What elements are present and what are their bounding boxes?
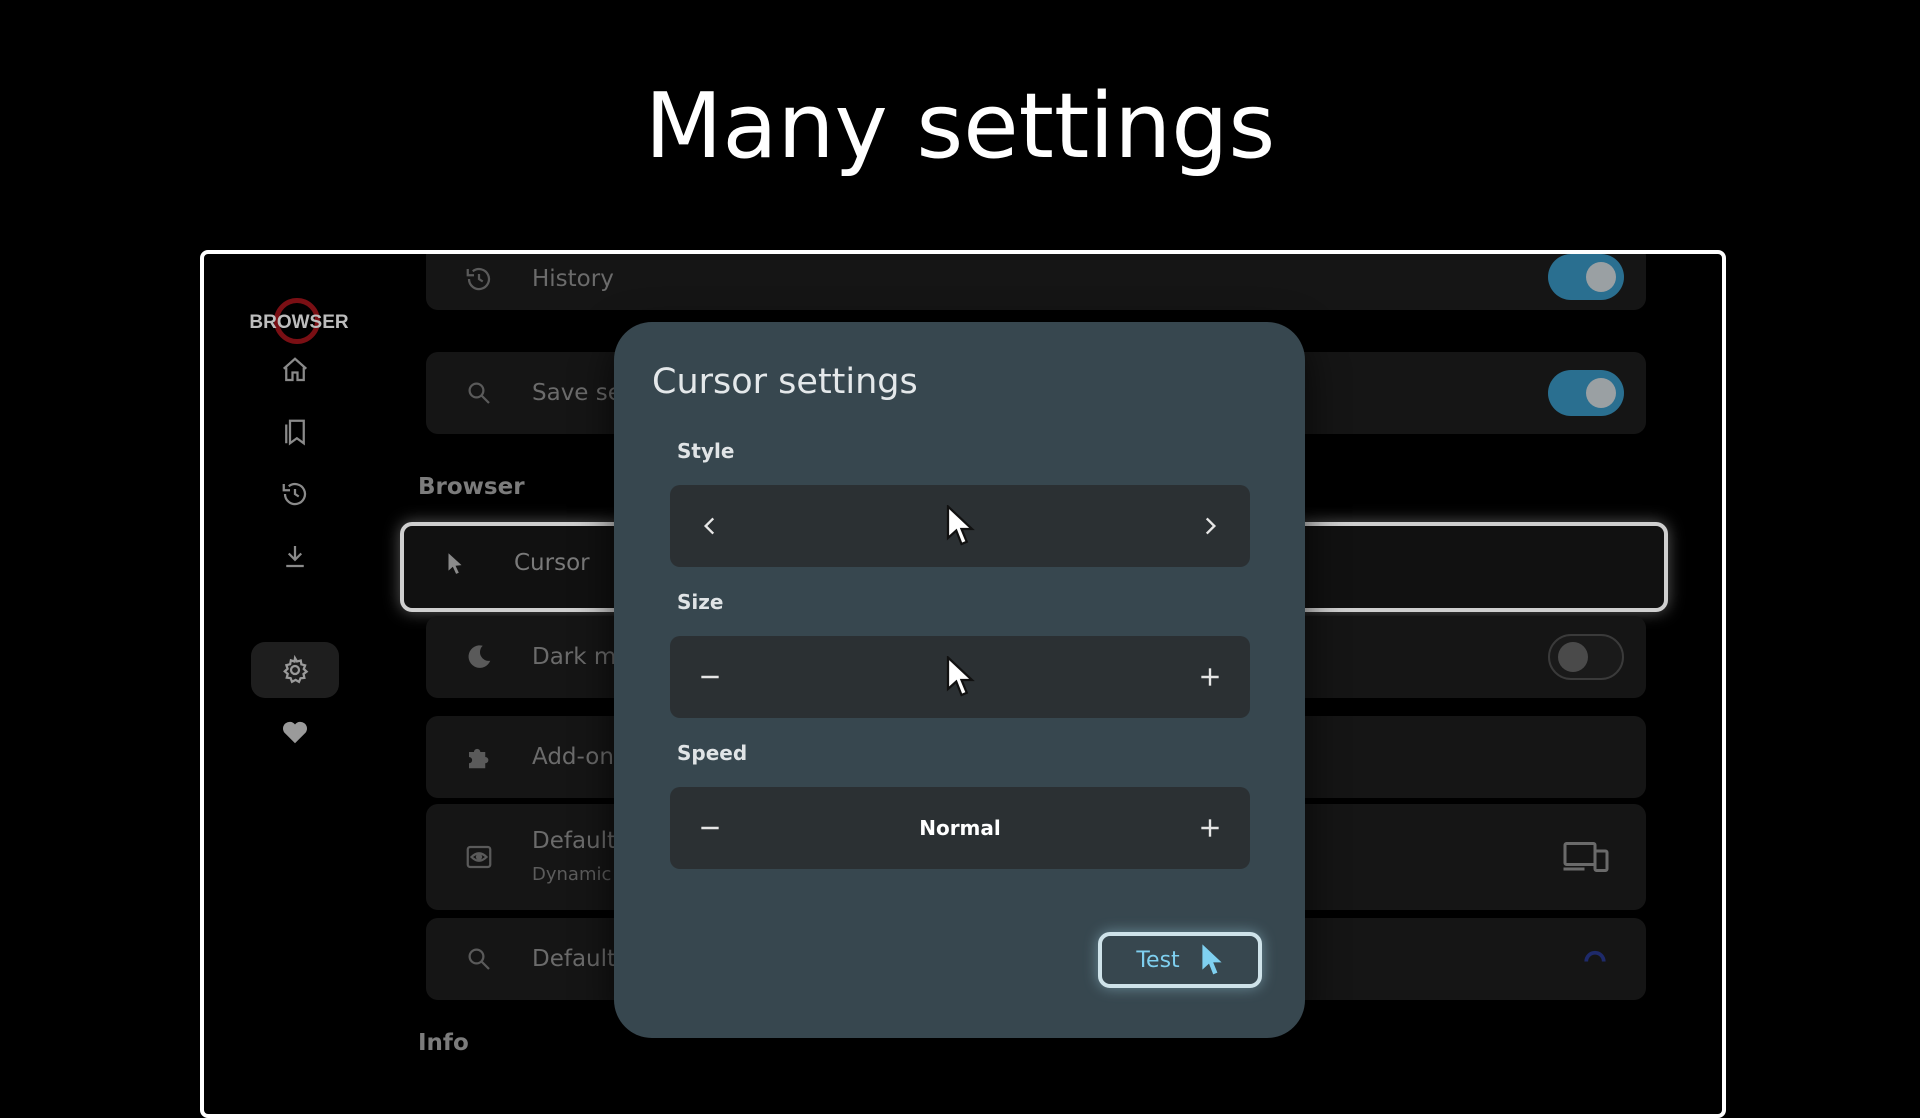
section-title-info: Info <box>418 1030 469 1056</box>
sidebar-item-history[interactable] <box>251 466 339 522</box>
test-button-label: Test <box>1136 947 1180 973</box>
sidebar-item-favorites[interactable] <box>251 704 339 760</box>
toggle-knob <box>1586 378 1616 408</box>
sidebar-item-bookmarks[interactable] <box>251 404 339 460</box>
setting-label: Cursor <box>514 550 590 576</box>
dialog-title: Cursor settings <box>652 362 918 402</box>
size-stepper <box>670 636 1250 718</box>
chevron-right-icon <box>1205 517 1217 535</box>
speed-stepper: Normal <box>670 787 1250 869</box>
devices-icon <box>1563 842 1609 872</box>
section-title-browser: Browser <box>418 474 525 500</box>
sidebar-item-settings[interactable] <box>251 642 339 698</box>
history-icon <box>466 267 491 291</box>
speed-label: Speed <box>677 741 748 765</box>
history-icon <box>282 482 307 506</box>
setting-label: Dark m <box>532 644 617 670</box>
page-headline: Many settings <box>644 74 1276 179</box>
speed-value: Normal <box>919 816 1001 840</box>
setting-label: History <box>532 266 614 292</box>
cursor-icon <box>1202 944 1222 975</box>
search-engine-icon <box>1584 950 1606 962</box>
size-increase-button[interactable] <box>1188 655 1232 699</box>
setting-label: Add-on <box>532 744 614 770</box>
sidebar-item-home[interactable] <box>251 342 339 398</box>
toggle-knob <box>1558 642 1588 672</box>
heart-icon <box>282 721 308 744</box>
test-button[interactable]: Test <box>1098 932 1262 988</box>
dark-mode-toggle[interactable] <box>1548 634 1624 680</box>
setting-row-history[interactable]: History <box>426 254 1646 310</box>
moon-icon <box>468 645 491 668</box>
cursor-arrow-icon <box>946 505 975 546</box>
history-toggle[interactable] <box>1548 254 1624 300</box>
style-selector <box>670 485 1250 567</box>
speed-increase-button[interactable] <box>1188 806 1232 850</box>
save-search-toggle[interactable] <box>1548 370 1624 416</box>
home-icon <box>283 357 307 382</box>
eye-window-icon <box>466 845 492 869</box>
cursor-icon <box>448 553 462 574</box>
search-icon <box>468 948 490 970</box>
search-history-icon <box>468 382 490 404</box>
downloads-icon <box>286 546 304 568</box>
setting-label: Save se <box>532 380 622 406</box>
cursor-settings-dialog: Cursor settings Style Size Speed Normal <box>614 322 1305 1038</box>
setting-sublabel: Dynamic <box>532 864 612 885</box>
plus-icon <box>1201 668 1219 686</box>
size-label: Size <box>677 590 724 614</box>
toggle-knob <box>1586 262 1616 292</box>
plus-icon <box>1201 819 1219 837</box>
cursor-arrow-icon <box>946 656 975 697</box>
style-preview <box>670 485 1250 567</box>
setting-label: Default <box>532 946 617 972</box>
style-label: Style <box>677 439 735 463</box>
logo-text: BROWSER <box>249 312 349 333</box>
bookmarks-icon <box>285 419 305 446</box>
sidebar-item-downloads[interactable] <box>251 528 339 584</box>
puzzle-icon <box>469 748 489 769</box>
style-next-button[interactable] <box>1188 504 1232 548</box>
size-preview <box>670 636 1250 718</box>
settings-icon <box>283 655 309 684</box>
setting-label: Default <box>532 828 617 854</box>
